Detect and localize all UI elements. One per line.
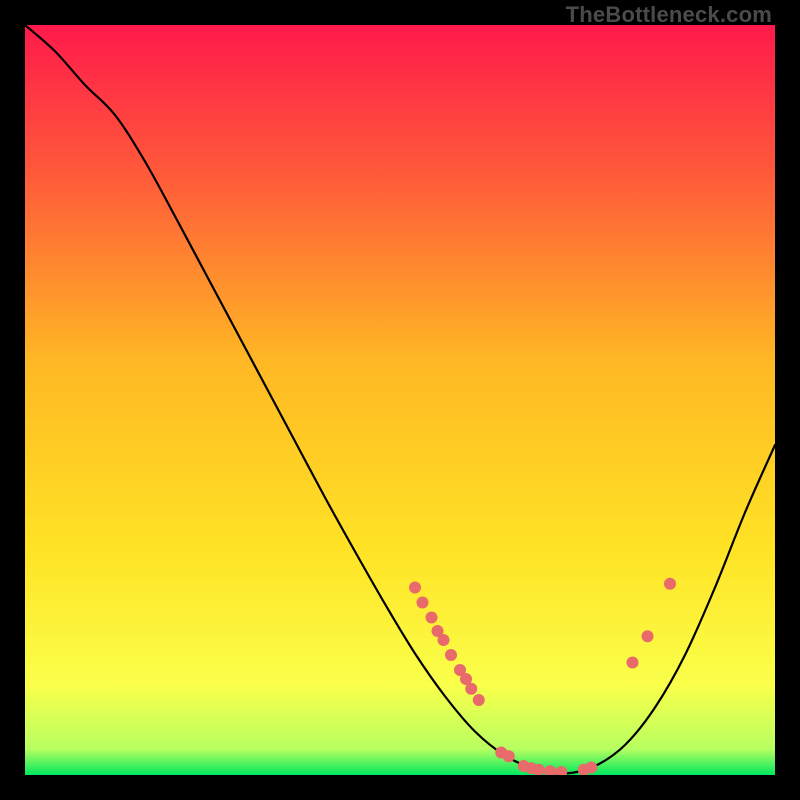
data-marker bbox=[585, 762, 597, 774]
data-marker bbox=[445, 649, 457, 661]
chart-container: TheBottleneck.com bbox=[0, 0, 800, 800]
data-marker bbox=[664, 578, 676, 590]
plot-area bbox=[25, 25, 775, 775]
gradient-background bbox=[25, 25, 775, 775]
data-marker bbox=[409, 582, 421, 594]
data-marker bbox=[465, 683, 477, 695]
data-marker bbox=[473, 694, 485, 706]
data-marker bbox=[503, 750, 515, 762]
chart-svg bbox=[25, 25, 775, 775]
data-marker bbox=[426, 612, 438, 624]
data-marker bbox=[438, 634, 450, 646]
data-marker bbox=[417, 597, 429, 609]
data-marker bbox=[627, 657, 639, 669]
data-marker bbox=[642, 630, 654, 642]
